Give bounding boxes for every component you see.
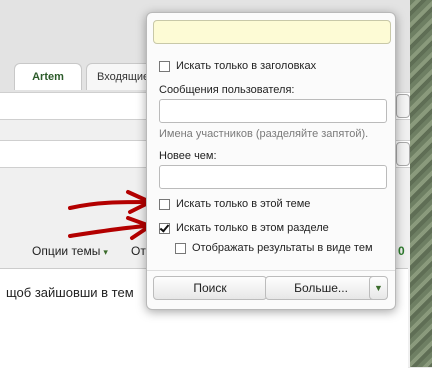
options-partial-link[interactable]: От [131,244,146,258]
newer-than-label: Новее чем: [159,150,217,162]
this-thread-option[interactable]: Искать только в этой теме [159,198,310,210]
toolbar-button-1[interactable] [396,94,410,118]
user-messages-label: Сообщения пользователя: [159,84,295,96]
post-text: щоб зайшовши в тем [6,285,134,300]
titles-only-option[interactable]: Искать только в заголовках [159,60,316,72]
this-section-checkbox[interactable] [159,222,170,234]
titles-only-checkbox[interactable] [159,60,170,72]
search-popup: Искать только в заголовках Сообщения пол… [146,12,396,310]
thread-options-link[interactable]: Опции темы ▾ [32,244,108,258]
decorative-side-strip [410,0,432,367]
user-messages-hint: Имена участников (разделяйте запятой). [159,128,369,140]
tab-artem[interactable]: Artem [14,63,82,90]
chevron-down-icon: ▼ [374,283,383,293]
options-dropdown-button[interactable]: ▼ [369,276,388,300]
newer-than-input[interactable] [159,165,387,189]
titles-only-label: Искать только в заголовках [176,60,317,72]
this-thread-checkbox[interactable] [159,198,170,210]
more-button[interactable]: Больше... [265,276,377,300]
this-thread-label: Искать только в этой теме [176,198,311,210]
count-partial: 0 [398,244,405,258]
search-input[interactable] [153,20,391,44]
show-as-threads-label: Отображать результаты в виде тем [192,242,373,254]
red-arrow-icon [68,190,152,214]
show-as-threads-checkbox[interactable] [175,242,186,254]
popup-footer-divider [147,270,395,271]
this-section-option[interactable]: Искать только в этом разделе [159,222,329,234]
user-messages-input[interactable] [159,99,387,123]
thread-options-label: Опции темы [32,244,101,258]
toolbar-button-2[interactable] [396,142,410,166]
chevron-down-icon: ▾ [103,247,108,257]
search-button[interactable]: Поиск [153,276,267,300]
this-section-label: Искать только в этом разделе [176,222,329,234]
show-as-threads-option[interactable]: Отображать результаты в виде тем [175,242,373,254]
red-arrow-icon [68,216,152,240]
